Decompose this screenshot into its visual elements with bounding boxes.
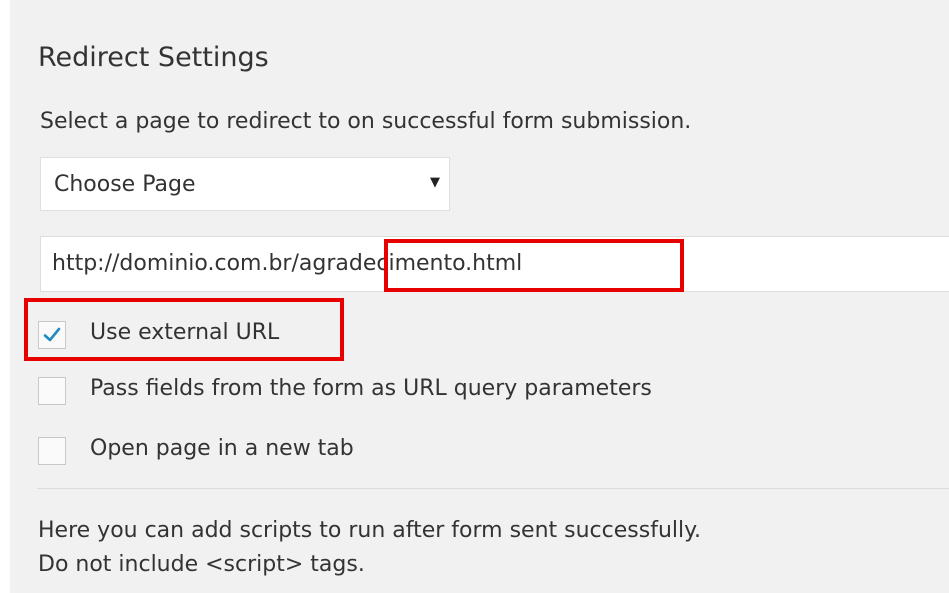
new-tab-checkbox[interactable] (38, 437, 66, 465)
section-description: Select a page to redirect to on successf… (40, 109, 692, 134)
scripts-help-line-2: Do not include <script> tags. (38, 552, 365, 577)
redirect-settings-panel (10, 0, 949, 593)
section-divider (37, 488, 949, 489)
pass-fields-label: Pass fields from the form as URL query p… (90, 376, 652, 401)
new-tab-label: Open page in a new tab (90, 436, 354, 461)
section-title: Redirect Settings (38, 42, 269, 73)
page-select[interactable]: Choose Page ▼ (40, 157, 450, 211)
url-highlight-annotation (384, 239, 684, 292)
pass-fields-checkbox[interactable] (38, 377, 66, 405)
triangle-down-icon: ▼ (430, 175, 440, 190)
checkbox-highlight-annotation (24, 298, 344, 361)
page-select-value: Choose Page (54, 172, 196, 197)
scripts-help-line-1: Here you can add scripts to run after fo… (38, 518, 701, 543)
